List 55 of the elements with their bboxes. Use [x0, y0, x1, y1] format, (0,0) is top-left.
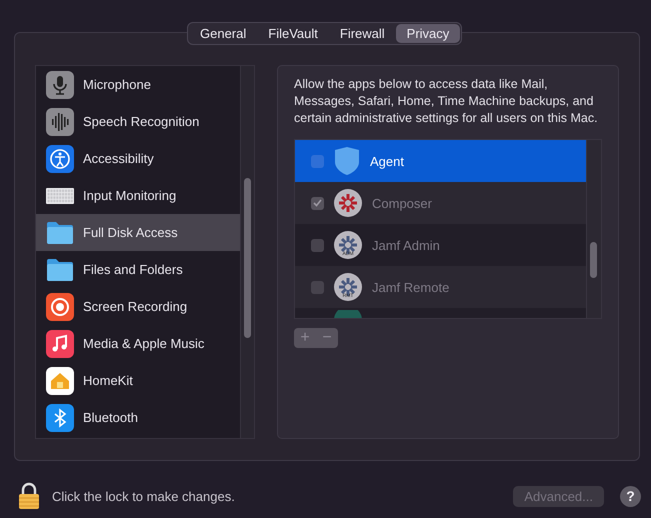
tab[interactable]: Privacy — [396, 24, 460, 43]
category-label: Accessibility — [83, 151, 154, 166]
category-label: Speech Recognition — [83, 114, 200, 129]
scroll-thumb[interactable] — [590, 242, 597, 278]
cross-icon — [333, 188, 363, 218]
app-row[interactable]: Agent — [295, 140, 586, 182]
category-item[interactable]: Bluetooth — [36, 399, 240, 436]
category-item[interactable]: Full Disk Access — [36, 214, 240, 251]
category-item[interactable]: Files and Folders — [36, 251, 240, 288]
category-item[interactable]: Screen Recording — [36, 288, 240, 325]
category-item[interactable]: Input Monitoring — [36, 177, 240, 214]
category-label: Bluetooth — [83, 410, 138, 425]
record-icon — [46, 292, 74, 320]
shield-icon — [333, 146, 361, 176]
tab[interactable]: FileVault — [257, 24, 329, 43]
category-label: Files and Folders — [83, 262, 183, 277]
help-button[interactable]: ? — [620, 486, 641, 506]
category-label: Full Disk Access — [83, 225, 178, 240]
scroll-thumb[interactable] — [244, 178, 252, 338]
category-label: Screen Recording — [83, 299, 188, 314]
category-item[interactable]: Speech Recognition — [36, 103, 240, 140]
category-item[interactable]: Accessibility — [36, 140, 240, 177]
category-label: Media & Apple Music — [83, 336, 204, 351]
waveform-icon — [46, 108, 74, 136]
category-label: Microphone — [83, 77, 151, 92]
description-text: Allow the apps below to access data like Mail, Messages, Safari, Home, Time Machine backups, and certain administrative settings for all users on this Mac. — [294, 76, 599, 127]
padlock-icon — [18, 482, 40, 510]
accessibility-icon — [46, 144, 74, 172]
category-item[interactable]: Microphone — [36, 66, 240, 103]
category-label: Input Monitoring — [83, 188, 176, 203]
bluetooth-icon — [46, 404, 74, 432]
app-row[interactable] — [295, 308, 586, 318]
music-note-icon — [46, 330, 74, 358]
tab[interactable]: General — [189, 24, 258, 43]
house-icon — [46, 366, 74, 394]
checkmark-icon — [313, 199, 322, 207]
app-name: Jamf Admin — [372, 238, 440, 252]
folder-icon — [46, 220, 74, 244]
folder-icon — [46, 258, 74, 282]
microphone-icon — [46, 70, 74, 98]
category-item[interactable]: HomeKit — [36, 362, 240, 399]
category-item[interactable]: Media & Apple Music — [36, 325, 240, 362]
app-name: Composer — [372, 196, 432, 210]
checkbox[interactable] — [311, 154, 324, 168]
app-name: Jamf Remote — [372, 280, 450, 294]
checkbox[interactable] — [311, 196, 324, 210]
app-name: Agent — [370, 154, 404, 168]
category-label: HomeKit — [83, 373, 133, 388]
lock-message: Click the lock to make changes. — [52, 488, 236, 504]
tab[interactable]: Firewall — [328, 24, 396, 43]
scrollbar[interactable] — [241, 65, 255, 439]
checkbox[interactable] — [311, 238, 324, 252]
checkbox[interactable] — [311, 280, 324, 294]
keyboard-icon — [46, 188, 74, 204]
scrollbar[interactable] — [586, 140, 601, 318]
